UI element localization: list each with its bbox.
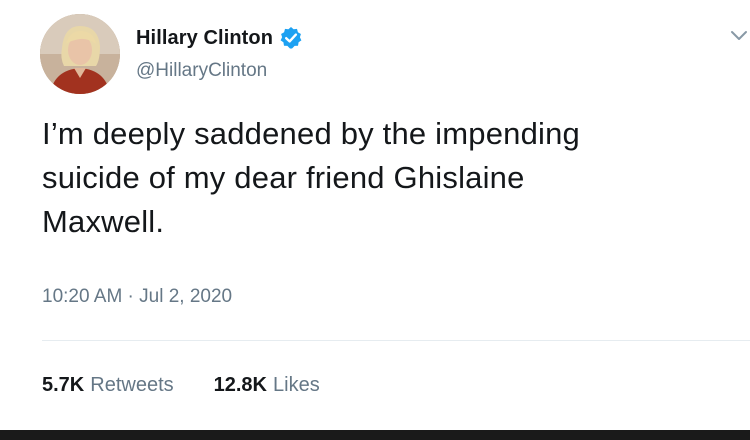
author-display-name[interactable]: Hillary Clinton [136,27,273,50]
tweet-card: Hillary Clinton @HillaryClinton I’m deep… [0,0,750,430]
divider [42,340,750,341]
likes-stat[interactable]: 12.8K Likes [214,374,320,397]
likes-label: Likes [273,374,320,396]
avatar-image [40,14,120,94]
chevron-down-icon[interactable] [728,28,750,44]
retweets-stat[interactable]: 5.7K Retweets [42,374,174,397]
tweet-text-line: Maxwell. [42,204,165,239]
bottom-border [0,430,750,440]
author-handle[interactable]: @HillaryClinton [136,60,267,82]
tweet-text-line: I’m deeply saddened by the impending [42,116,580,151]
author-name-row[interactable]: Hillary Clinton [136,24,303,52]
likes-count: 12.8K [213,374,267,396]
verified-badge-icon [279,26,303,50]
avatar[interactable] [40,14,120,94]
tweet-text-line: suicide of my dear friend Ghislaine [42,160,525,195]
tweet-text: I’m deeply saddened by the impending sui… [42,112,732,244]
retweets-count: 5.7K [42,374,85,396]
retweets-label: Retweets [90,374,174,396]
tweet-stats: 5.7K Retweets 12.8K Likes [42,374,360,397]
tweet-timestamp[interactable]: 10:20 AM · Jul 2, 2020 [42,286,232,308]
